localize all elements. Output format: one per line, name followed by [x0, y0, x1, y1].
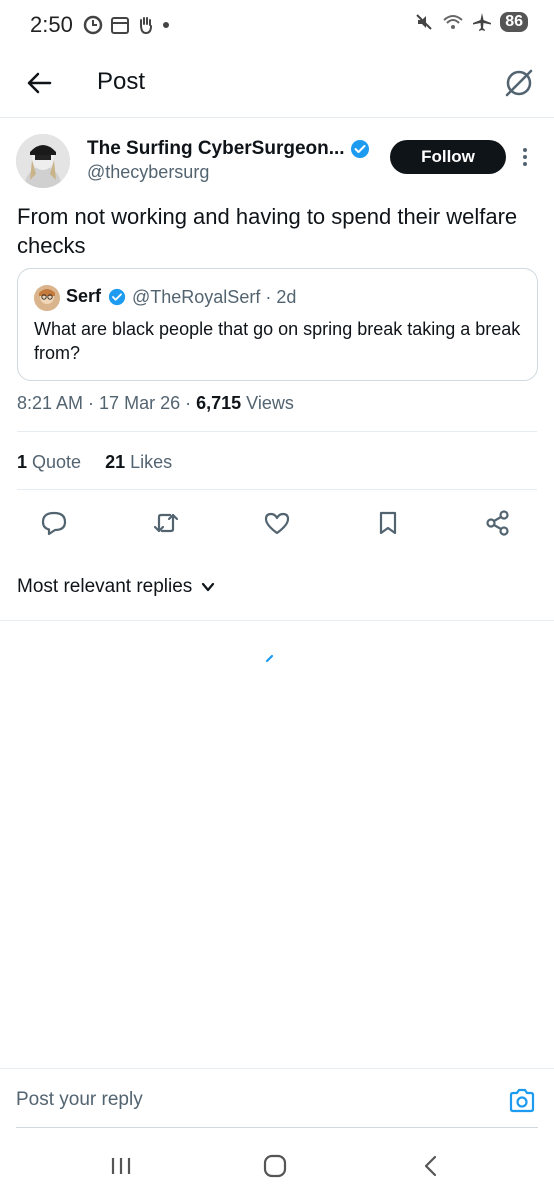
status-notification-icons: [82, 14, 170, 36]
camera-icon: [509, 1088, 535, 1113]
bookmark-icon: [379, 511, 397, 535]
author-handle[interactable]: @thecybersurg: [87, 162, 209, 183]
quoted-tweet-card[interactable]: Serf @TheRoyalSerf · 2d What are black p…: [17, 268, 538, 381]
system-back-button[interactable]: [415, 1152, 445, 1180]
quote-author-name: Serf: [66, 286, 102, 306]
divider: [17, 431, 537, 432]
author-avatar[interactable]: [16, 134, 70, 188]
tweet-text: From not working and having to spend the…: [17, 204, 518, 258]
page-title: Post: [97, 68, 146, 95]
like-button[interactable]: [263, 509, 291, 537]
loading-spinner-icon: [265, 654, 274, 663]
back-button[interactable]: [22, 66, 56, 100]
camera-button[interactable]: [508, 1087, 536, 1115]
quote-age: 2d: [276, 287, 297, 307]
quote-avatar: [34, 285, 60, 311]
recent-apps-button[interactable]: [106, 1152, 136, 1180]
calendar-icon: [111, 17, 129, 34]
status-bar: 2:50 86: [0, 0, 554, 52]
tweet-meta: 8:21 AM · 17 Mar 26 · 6,715 Views: [17, 393, 294, 413]
engagement-stats: 1 Quote 21 Likes: [17, 452, 172, 473]
tweet-actions: [0, 503, 554, 543]
quote-verified-icon: [108, 288, 126, 306]
divider: [17, 489, 537, 490]
grok-button[interactable]: [502, 66, 536, 100]
bookmark-button[interactable]: [374, 509, 402, 537]
sync-icon: [83, 15, 103, 35]
verified-icon: [351, 140, 369, 158]
wifi-icon: [443, 15, 463, 29]
replies-sort-dropdown[interactable]: Most relevant replies: [17, 576, 216, 598]
top-app-bar: Post: [0, 52, 554, 118]
repost-icon: [153, 513, 179, 533]
status-time: 2:50: [30, 12, 73, 37]
chevron-down-icon: [202, 582, 215, 592]
share-icon: [486, 510, 509, 536]
more-vertical-icon: [523, 148, 527, 166]
tweet-date: 17 Mar 26: [99, 393, 181, 413]
quotes-count: 1: [17, 452, 28, 472]
likes-stat[interactable]: 21 Likes: [105, 452, 172, 472]
tweet-author-row: The Surfing CyberSurgeon... @thecybersur…: [0, 118, 554, 200]
likes-count: 21: [105, 452, 126, 472]
quotes-label: Quote: [32, 452, 82, 472]
follow-button[interactable]: Follow: [390, 140, 506, 174]
quotes-stat[interactable]: 1 Quote: [17, 452, 81, 472]
home-button[interactable]: [260, 1152, 290, 1180]
recent-apps-icon: [111, 1158, 131, 1174]
share-button[interactable]: [484, 509, 512, 537]
reply-icon: [41, 511, 67, 536]
chevron-left-icon: [424, 1155, 437, 1177]
reply-composer: [0, 1068, 554, 1130]
quote-text: What are black people that go on spring …: [34, 319, 521, 363]
avatar-image: [16, 134, 70, 188]
like-icon: [264, 512, 290, 535]
tweet-time: 8:21 AM: [17, 393, 84, 413]
views-count: 6,715: [196, 393, 242, 413]
author-name[interactable]: The Surfing CyberSurgeon...: [87, 138, 345, 160]
reply-button[interactable]: [40, 509, 68, 537]
mute-icon: [416, 14, 432, 30]
reply-input[interactable]: [16, 1089, 486, 1111]
divider: [0, 620, 554, 621]
back-arrow-icon: [27, 72, 52, 94]
reply-underline: [16, 1127, 538, 1128]
dot-icon: [163, 22, 169, 28]
replies-sort-label: Most relevant replies: [17, 576, 193, 597]
views-label: Views: [246, 393, 294, 413]
system-navigation-bar: [0, 1132, 554, 1200]
likes-label: Likes: [130, 452, 173, 472]
quote-author-meta: @TheRoyalSerf · 2d: [132, 287, 297, 307]
home-icon: [263, 1154, 287, 1178]
status-system-icons: 86: [414, 12, 528, 32]
airplane-icon: [473, 13, 492, 31]
repost-button[interactable]: [152, 509, 180, 537]
grok-icon: [505, 69, 533, 97]
hand-icon: [140, 17, 152, 35]
battery-indicator: 86: [500, 12, 528, 32]
quote-handle: @TheRoyalSerf: [132, 287, 261, 307]
more-options-button[interactable]: [519, 146, 531, 168]
